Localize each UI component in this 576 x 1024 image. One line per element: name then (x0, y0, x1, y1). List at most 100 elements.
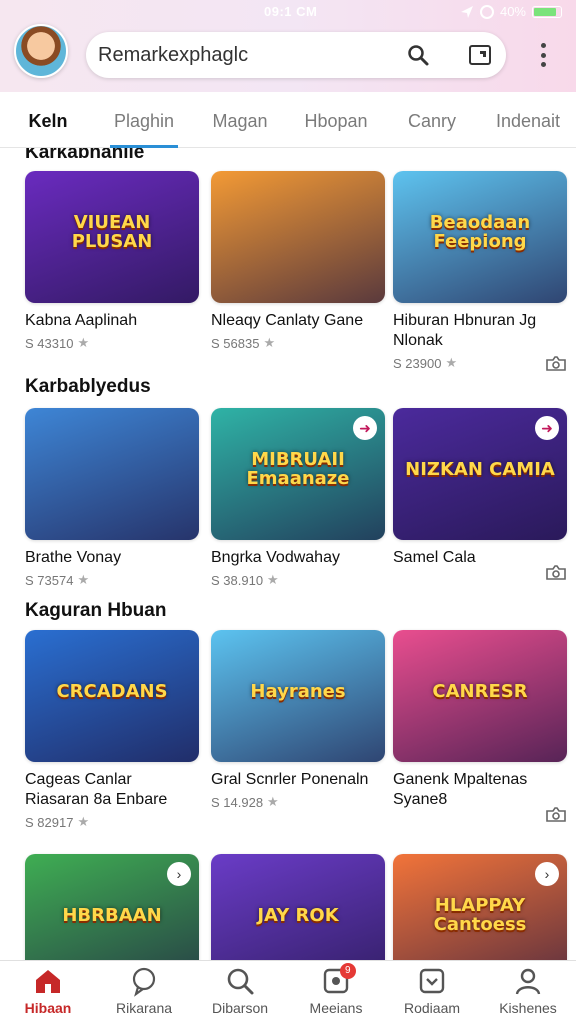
app-card[interactable]: VIUEAN PLUSAN Kabna Aaplinah S 43310 ★ (25, 171, 199, 351)
nav-library[interactable]: Rodiaam (384, 961, 480, 1024)
tab-plaghin[interactable]: Plaghin (96, 94, 192, 148)
play-icon[interactable]: › (535, 862, 559, 886)
app-thumbnail[interactable]: HLAPPAY Cantoess › (393, 854, 567, 960)
app-thumbnail[interactable]: JAY ROK (211, 854, 385, 960)
thumbnail-art-text (35, 446, 189, 494)
app-card[interactable]: HLAPPAY Cantoess › (393, 854, 567, 960)
app-meta: S 14.928 ★ (211, 794, 385, 810)
app-rating-count: S 38.910 (211, 572, 264, 588)
app-meta: S 23900 ★ (393, 355, 567, 371)
app-card[interactable]: NIZKAN CAMIA ➜ Samel Cala (393, 408, 567, 580)
bottom-nav: Hibaan Rikarana Dibarson 9 Meeians Rodia… (0, 960, 576, 1024)
top-bar: 09:1 CM 40% (0, 0, 576, 92)
app-title: Bngrka Vodwahay (211, 549, 340, 566)
nav-home[interactable]: Hibaan (0, 961, 96, 1024)
app-card[interactable]: CRCADANS Cageas Canlar Riasaran 8a Enbar… (25, 630, 199, 830)
thumbnail-art-text: NIZKAN CAMIA (405, 458, 555, 480)
thumbnail-art-text: MIBRUAII Emaanaze (246, 449, 350, 489)
thumbnail-art-text: Hayranes (250, 680, 346, 702)
tab-hbopan[interactable]: Hbopan (288, 94, 384, 147)
app-card[interactable]: Hayranes Gral Scnrler Ponenaln S 14.928 ★ (211, 630, 385, 810)
section-title: Karkabhahile (25, 148, 145, 163)
nav-label: Kishenes (499, 1000, 557, 1016)
star-icon: ★ (267, 794, 279, 809)
app-card[interactable]: HBRBAAN › (25, 854, 199, 960)
app-title: Brathe Vonay (25, 549, 122, 566)
app-thumbnail[interactable] (211, 171, 385, 303)
app-meta: S 43310 ★ (25, 335, 199, 351)
nav-games[interactable]: 9 Meeians (288, 961, 384, 1024)
nav-search[interactable]: Dibarson (192, 961, 288, 1024)
app-card[interactable]: CANRESR Ganenk Mpaltenas Syane8 (393, 630, 567, 822)
app-thumbnail[interactable] (25, 408, 199, 540)
search-bar[interactable] (86, 32, 506, 78)
app-meta: S 38.910 ★ (211, 572, 385, 588)
app-card[interactable]: Nleaqy Canlaty Gane S 56835 ★ (211, 171, 385, 351)
app-card[interactable]: MIBRUAII Emaanaze ➜ Bngrka Vodwahay S 38.… (211, 408, 385, 588)
app-meta: S 73574 ★ (25, 572, 199, 588)
install-icon[interactable] (545, 805, 567, 823)
install-icon[interactable] (545, 563, 567, 581)
app-thumbnail[interactable]: VIUEAN PLUSAN (25, 171, 199, 303)
app-rating-count: S 23900 (393, 355, 442, 371)
battery-icon (532, 5, 562, 18)
avatar[interactable] (14, 24, 68, 78)
tab-canry[interactable]: Canry (384, 94, 480, 147)
more-options-icon[interactable] (533, 40, 553, 70)
nav-label: Rodiaam (403, 1000, 461, 1016)
notification-badge: 9 (339, 963, 356, 979)
app-title: Kabna Aaplinah (25, 312, 138, 329)
app-meta: S 82917 ★ (25, 814, 199, 830)
thumbnail-art-text (221, 209, 375, 257)
app-thumbnail[interactable]: MIBRUAII Emaanaze ➜ (211, 408, 385, 540)
thumbnail-art-text: HLAPPAY Cantoess (433, 895, 527, 935)
home-icon (36, 970, 60, 993)
library-icon (419, 968, 445, 994)
nav-chat[interactable]: Rikarana (96, 961, 192, 1024)
install-icon[interactable] (545, 354, 567, 372)
app-title: Nleaqy Canlaty Gane (211, 312, 364, 329)
app-card[interactable]: JAY ROK (211, 854, 385, 960)
thumbnail-art-text: JAY ROK (257, 904, 339, 926)
app-rating-count: S 14.928 (211, 794, 264, 810)
search-icon (227, 968, 254, 995)
app-thumbnail[interactable]: Beaodaan Feepiong (393, 171, 567, 303)
section-title: Kaguran Hbuan (25, 600, 167, 621)
status-time: 09:1 CM (264, 4, 318, 19)
app-title: Cageas Canlar Riasaran 8a Enbare (25, 771, 168, 808)
search-icon[interactable] (406, 43, 430, 67)
app-thumbnail[interactable]: HBRBAAN › (25, 854, 199, 960)
bookmark-icon[interactable] (468, 43, 492, 67)
battery-percent: 40% (499, 4, 526, 19)
app-title: Gral Scnrler Ponenaln (211, 771, 369, 788)
thumbnail-art-text: CRCADANS (56, 680, 168, 702)
tab-magan[interactable]: Magan (192, 94, 288, 147)
app-thumbnail[interactable]: NIZKAN CAMIA ➜ (393, 408, 567, 540)
app-rating-count: S 43310 (25, 335, 74, 351)
play-icon[interactable]: › (167, 862, 191, 886)
play-icon[interactable]: ➜ (353, 416, 377, 440)
app-card[interactable]: Beaodaan Feepiong Hiburan Hbnuran Jg Nlo… (393, 171, 567, 371)
section-title: Karbablyedus (25, 376, 151, 397)
nav-label: Meeians (309, 1000, 363, 1016)
nav-label: Rikarana (115, 1000, 173, 1016)
play-icon[interactable]: ➜ (535, 416, 559, 440)
nav-profile[interactable]: Kishenes (480, 961, 576, 1024)
wifi-icon (479, 4, 494, 19)
nav-label: Hibaan (24, 1000, 72, 1016)
content-feed[interactable]: Karkabhahile VIUEAN PLUSAN Kabna Aaplina… (0, 148, 576, 960)
profile-icon (515, 968, 541, 995)
tab-keln[interactable]: Keln (0, 94, 96, 147)
app-card[interactable]: Brathe Vonay S 73574 ★ (25, 408, 199, 588)
thumbnail-art-text: HBRBAAN (62, 904, 162, 926)
app-thumbnail[interactable]: Hayranes (211, 630, 385, 762)
app-thumbnail[interactable]: CANRESR (393, 630, 567, 762)
app-rating-count: S 56835 (211, 335, 260, 351)
star-icon: ★ (445, 355, 458, 370)
app-title: Hiburan Hbnuran Jg Nlonak (393, 312, 537, 349)
thumbnail-art-text: CANRESR (432, 680, 528, 702)
tab-indenait[interactable]: Indenait (480, 94, 576, 147)
search-input[interactable] (98, 43, 398, 67)
thumbnail-art-text: VIUEAN PLUSAN (71, 212, 153, 252)
app-thumbnail[interactable]: CRCADANS (25, 630, 199, 762)
